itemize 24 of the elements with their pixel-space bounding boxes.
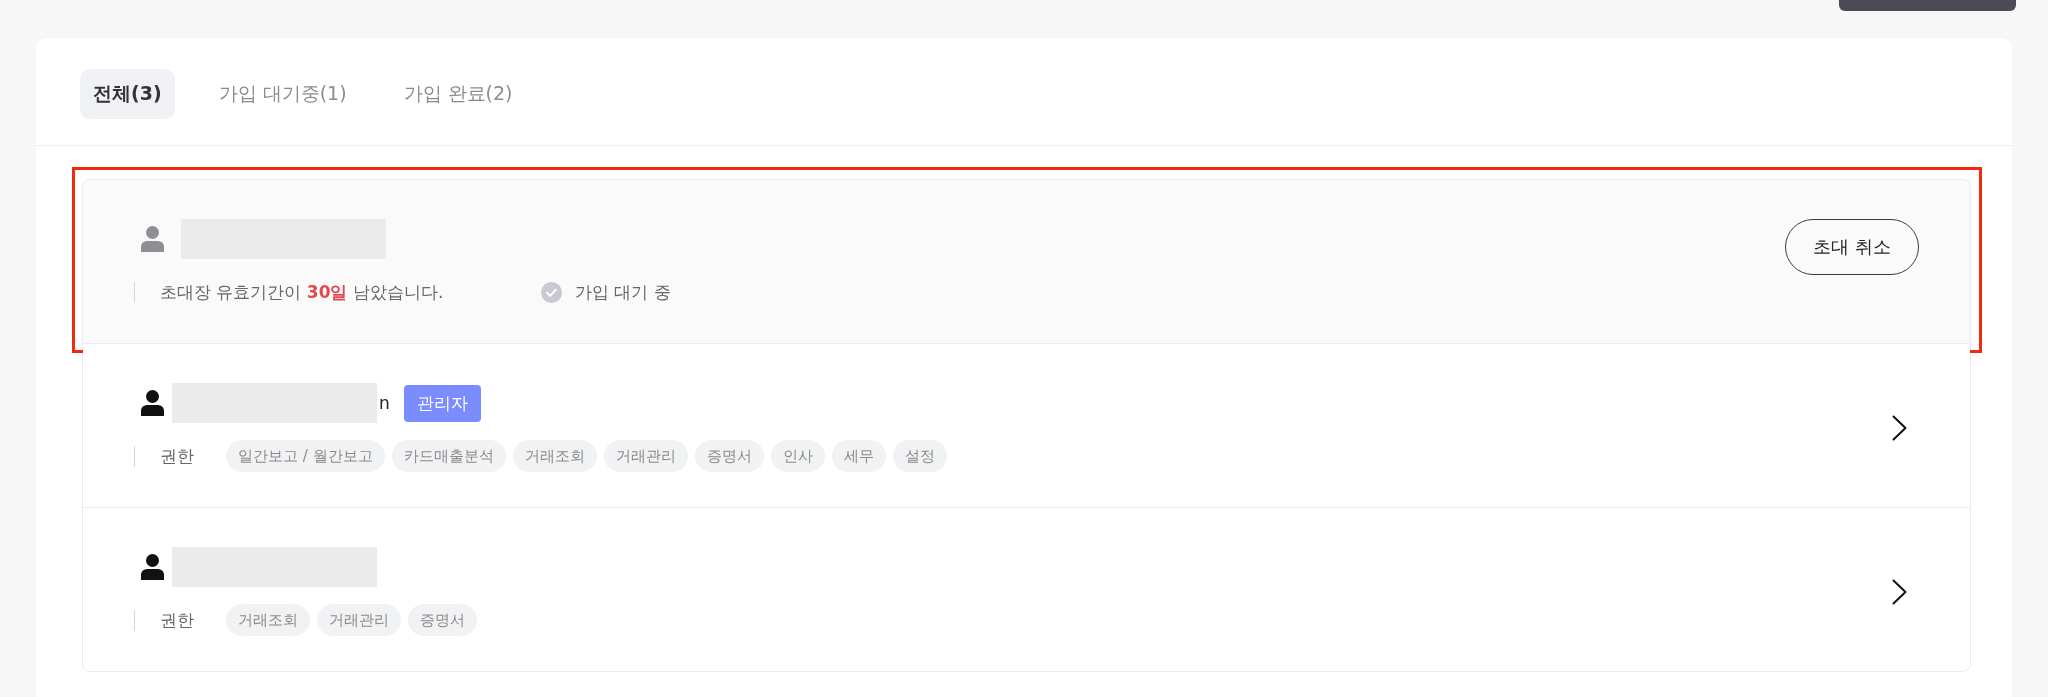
- permission-tag: 증명서: [408, 604, 477, 636]
- permission-tag: 세무: [831, 440, 886, 472]
- member-name: n: [379, 393, 390, 413]
- check-circle-icon: [541, 281, 562, 303]
- permission-tag: 거래관리: [317, 604, 401, 636]
- filter-tab[interactable]: 전체(3): [80, 69, 175, 119]
- chevron-right-icon[interactable]: [1892, 414, 1908, 441]
- permissions-label: 권한: [160, 444, 194, 468]
- person-icon: [141, 226, 164, 252]
- permission-tag: 거래관리: [603, 440, 688, 472]
- permission-tag: 인사: [770, 440, 825, 472]
- permissions-label: 권한: [160, 608, 194, 632]
- person-icon: [141, 390, 164, 416]
- permission-tag: 거래조회: [226, 604, 310, 636]
- status-label: 가입 대기 중: [575, 280, 671, 304]
- permission-tag: 설정: [892, 440, 947, 472]
- permission-tag: 일간보고 / 월간보고: [226, 440, 385, 472]
- permission-tag: 카드매출분석: [391, 440, 506, 472]
- person-icon: [141, 554, 164, 580]
- expiry-notice: 초대장 유효기간이 30일 남았습니다.: [160, 280, 445, 304]
- permission-tag: 증명서: [694, 440, 764, 472]
- role-badge: 관리자: [403, 384, 481, 422]
- permission-tag: 거래조회: [512, 440, 597, 472]
- chevron-right-icon[interactable]: [1892, 578, 1908, 605]
